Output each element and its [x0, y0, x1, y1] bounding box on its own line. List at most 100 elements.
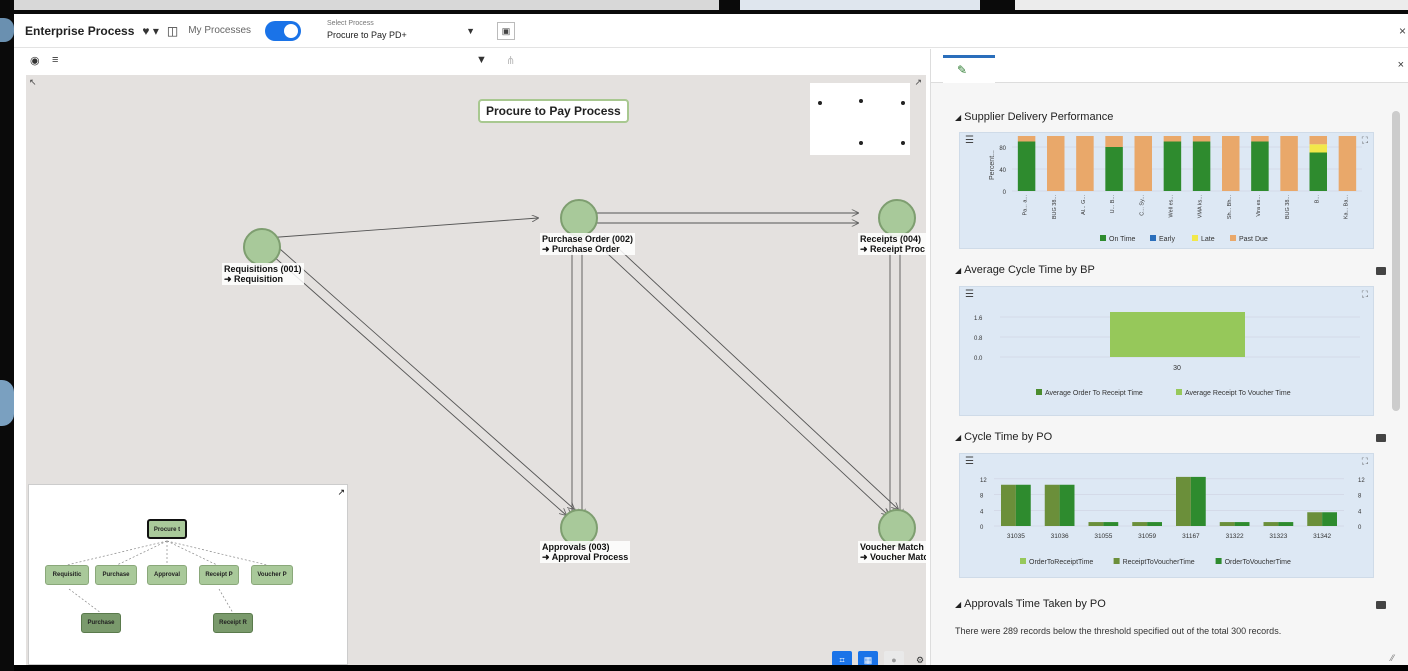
my-processes-label: My Processes [188, 25, 252, 36]
select-process-dropdown[interactable]: Select Process Procure to Pay PD+ ▼ [323, 17, 483, 45]
fullscreen-icon[interactable]: ⛶ [1362, 289, 1368, 300]
minimap-node[interactable]: Receipt P [199, 565, 239, 585]
background-node [0, 18, 14, 42]
fullscreen-icon[interactable]: ⛶ [1362, 135, 1368, 146]
process-diagram-canvas[interactable]: ↖ ↗ Procure to Pay Process Requisitions … [26, 75, 926, 665]
node-subtitle: ➜ Voucher Matc [860, 552, 926, 562]
layers-icon[interactable]: ≡ [52, 54, 58, 66]
view-eye-icon[interactable]: ◉ [30, 54, 40, 67]
panel-scrollbar[interactable] [1392, 111, 1400, 411]
bar-past-due [1076, 136, 1094, 191]
supplier-delivery-svg: Percent... 0 40 80 Pa... a... BUG 38... Al... … [989, 136, 1362, 243]
minimap-node[interactable]: Receipt R [213, 613, 253, 633]
legend-label: Late [1201, 236, 1215, 243]
x-tick-label: Ka... Ba... [1343, 195, 1349, 220]
node-subtitle: ➜ Receipt Proc [860, 244, 926, 254]
section-header[interactable]: ◢ Cycle Time by PO [955, 431, 1052, 443]
bar-receipt-to-voucher-time [1176, 476, 1191, 526]
x-tick-label: 31055 [1094, 533, 1112, 540]
bar-past-due [1192, 136, 1211, 142]
favorites-heart-icon[interactable]: ♥ ▾ [142, 24, 158, 38]
minimap-root-node[interactable]: Procure t [147, 519, 187, 539]
hierarchy-icon[interactable]: ⋔ [506, 54, 515, 67]
menu-icon[interactable]: ☰ [965, 456, 974, 467]
cycle-time-po-svg: 0 0 4 4 8 8 12 12 31035 31036 31055 31059 31167 31322… [980, 476, 1365, 566]
y-axis-label: Percent... [989, 150, 996, 180]
bar-past-due [1047, 136, 1065, 191]
section-header[interactable]: ◢ Supplier Delivery Performance [955, 111, 1113, 123]
select-process-value: Procure to Pay PD+ [327, 29, 407, 40]
bar-past-due [1222, 136, 1240, 191]
cycle-time-po-chart[interactable]: ☰ ⛶ 0 0 4 4 8 8 12 12 31035 31036 31055 31059 31167 3… [959, 453, 1374, 578]
legend-swatch [1113, 558, 1120, 564]
x-tick-label: 31167 [1182, 533, 1200, 540]
my-processes-toggle[interactable] [265, 20, 302, 41]
legend-label: On Time [1109, 236, 1136, 243]
legend-label: Average Receipt To Voucher Time [1185, 390, 1291, 397]
node-subtitle: ➜ Requisition [224, 274, 284, 284]
x-tick-label: Pa... a... [1023, 195, 1029, 216]
bar-past-due [1017, 136, 1036, 142]
minimap-node[interactable]: Requisitic [45, 565, 89, 585]
background-window-strip [0, 0, 1408, 14]
bar-on-time [1251, 141, 1269, 191]
tab-analytics[interactable]: ✎ [943, 55, 995, 83]
resize-handle-icon[interactable]: ⁄⁄ [1391, 653, 1394, 663]
close-icon[interactable]: × [1398, 59, 1404, 71]
close-icon[interactable]: × [1399, 24, 1406, 38]
x-tick-label: BUG 38... [1052, 195, 1058, 220]
menu-icon[interactable]: ☰ [965, 135, 974, 146]
minimap-node[interactable]: Voucher P [251, 565, 293, 585]
x-tick-label: BUG 38... [1285, 195, 1291, 220]
data-view-icon[interactable] [1376, 267, 1386, 275]
bar-past-due [1251, 136, 1269, 142]
save-icon[interactable]: ▣ [497, 21, 516, 40]
node-label-voucher-match: Voucher Match ( ➜ Voucher Matc [858, 541, 926, 563]
bar-receipt-to-voucher-time [1001, 484, 1016, 526]
x-tick-label: 31342 [1313, 533, 1331, 540]
legend-swatch [1020, 558, 1026, 564]
minimap-node[interactable]: Purchase [95, 565, 137, 585]
layout-panel-icon[interactable]: ◫ [167, 24, 178, 38]
process-title: Procure to Pay Process [478, 99, 629, 123]
filter-icon[interactable]: ▼ [476, 54, 487, 66]
node-title: Receipts (004) [860, 234, 922, 244]
settings-gear-icon[interactable]: ⚙ [910, 651, 926, 665]
zoom-disabled-icon[interactable]: ● [884, 651, 904, 665]
node-purchase-order[interactable] [560, 199, 598, 237]
bar-past-due [1163, 136, 1182, 142]
minimap-node[interactable]: Purchase [81, 613, 121, 633]
expand-arrow-icon[interactable]: ↗ [337, 487, 345, 498]
minimap-node[interactable]: Approval [147, 565, 187, 585]
node-requisitions[interactable] [243, 228, 281, 266]
analytics-side-panel: ✎ × ◢ Supplier Delivery Performance ☰ ⛶ P… [930, 49, 1408, 665]
background-strip [14, 0, 719, 10]
legend-label: ReceiptToVoucherTime [1123, 559, 1195, 566]
x-tick-label: 30 [1173, 365, 1181, 372]
data-view-icon[interactable] [1376, 434, 1386, 442]
section-header[interactable]: ◢ Approvals Time Taken by PO [955, 598, 1106, 610]
x-tick-label: U... B... [1110, 195, 1116, 214]
supplier-delivery-chart[interactable]: ☰ ⛶ Percent... 0 40 80 Pa... a... BUG 38... Al… [959, 132, 1374, 249]
section-title: Approvals Time Taken by PO [964, 598, 1106, 610]
hierarchy-minimap[interactable]: Procure t Requisitic Purchase Approval R… [28, 484, 348, 665]
fit-view-icon[interactable]: ⌗ [832, 651, 852, 665]
select-process-label: Select Process [327, 19, 374, 27]
menu-icon[interactable]: ☰ [965, 289, 974, 300]
y-tick-label: 80 [999, 146, 1006, 152]
x-tick-label: Vira es... [1256, 195, 1262, 217]
section-header[interactable]: ◢ Average Cycle Time by BP [955, 264, 1095, 276]
fullscreen-icon[interactable]: ⛶ [1362, 456, 1368, 467]
data-view-icon[interactable] [1376, 601, 1386, 609]
node-receipts[interactable] [878, 199, 916, 237]
grid-view-icon[interactable]: ▦ [858, 651, 878, 665]
bar-order-to-voucher-time [1322, 512, 1337, 526]
section-title: Cycle Time by PO [964, 431, 1053, 443]
node-subtitle: ➜ Approval Process [542, 552, 629, 562]
overview-panel[interactable] [810, 83, 910, 155]
background-strip [740, 0, 980, 10]
bar-past-due [1105, 136, 1123, 147]
avg-cycle-time-chart[interactable]: ☰ ⛶ 1.6 0.8 0.0 30 Average Order To Receipt … [959, 286, 1374, 416]
x-tick-label: 31059 [1138, 533, 1156, 540]
bar-on-time [1163, 141, 1182, 191]
